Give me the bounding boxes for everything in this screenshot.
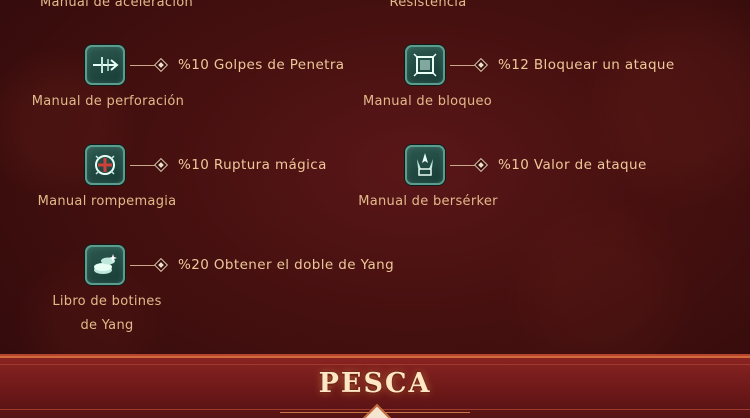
bonus-connector — [130, 65, 156, 66]
piercing-arrows-icon[interactable] — [85, 45, 125, 85]
magic-break-glyph — [95, 155, 115, 175]
block-shield-icon[interactable] — [405, 45, 445, 85]
skill-name-label-line1: Libro de botines — [52, 294, 162, 309]
section-divider-left — [280, 412, 370, 413]
skill-name-label: Manual rompemagia — [37, 194, 177, 209]
skill-name-label: Manual de perforación — [31, 94, 185, 109]
section-title: PESCA — [318, 368, 432, 399]
yang-coins-glyph — [94, 254, 117, 274]
yang-coins-icon[interactable] — [85, 245, 125, 285]
skill-label-acceleration: Manual de aceleración — [40, 0, 194, 10]
skill-bonus-text: %20 Obtener el doble de Yang — [178, 257, 395, 273]
skill-name-label-line2: de Yang — [80, 318, 134, 333]
magic-break-icon[interactable] — [85, 145, 125, 185]
section-header-fishing: PESCA — [0, 354, 750, 418]
skill-bonus-text: %10 Valor de ataque — [498, 157, 647, 173]
bonus-connector — [450, 65, 476, 66]
berserker-spikes-glyph — [417, 153, 433, 176]
skill-label-resistance: Resistencia — [389, 0, 467, 10]
skill-name-label: Manual de bloqueo — [362, 94, 493, 109]
skill-bonus-text: %10 Golpes de Penetra — [178, 57, 345, 73]
section-divider-right — [380, 412, 470, 413]
piercing-arrows-glyph — [93, 57, 119, 73]
bonus-connector — [450, 165, 476, 166]
bonus-connector — [130, 265, 156, 266]
block-shield-glyph — [413, 53, 437, 77]
skill-bonus-text: %12 Bloquear un ataque — [498, 57, 675, 73]
bonus-connector — [130, 165, 156, 166]
skill-books-panel: Manual de aceleración Resistencia %10 Go… — [0, 0, 750, 418]
berserker-spikes-icon[interactable] — [405, 145, 445, 185]
skill-bonus-text: %10 Ruptura mágica — [178, 157, 327, 173]
skill-name-label: Manual de bersérker — [358, 194, 498, 209]
